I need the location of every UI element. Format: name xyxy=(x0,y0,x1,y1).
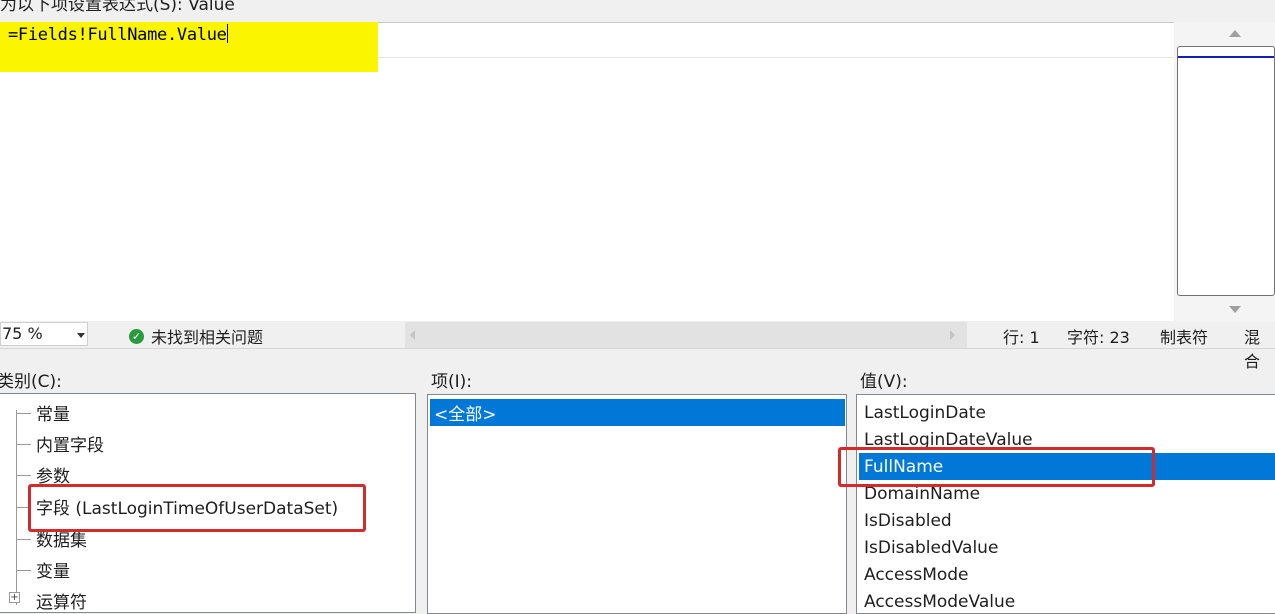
scroll-right-icon[interactable] xyxy=(950,330,955,340)
tree-item-operators[interactable]: 运算符 xyxy=(36,588,87,613)
zoom-value: 75 % xyxy=(2,324,43,343)
tree-branch xyxy=(16,413,31,414)
tree-branch xyxy=(16,444,31,445)
expression-value: =Fields!FullName.Value xyxy=(8,25,227,45)
divider xyxy=(0,348,1275,349)
tree-item-variables[interactable]: 变量 xyxy=(36,557,70,582)
value-item[interactable]: LastLoginDate xyxy=(864,403,986,423)
text-caret xyxy=(226,24,228,43)
value-item[interactable]: IsDisabled xyxy=(864,511,952,531)
tree-branch xyxy=(16,539,31,540)
annotation-box-value xyxy=(838,447,1155,487)
dialog-caption: 为以下项设置表达式(S): Value xyxy=(0,0,235,15)
line-indicator: 行: 1 xyxy=(1003,328,1040,347)
tree-branch xyxy=(16,475,31,476)
current-line-indicator xyxy=(378,57,1174,58)
category-label: 类别(C): xyxy=(0,372,62,392)
minimap-viewport-indicator xyxy=(1178,56,1274,58)
value-item[interactable]: IsDisabledValue xyxy=(864,538,998,558)
char-indicator: 字符: 23 xyxy=(1067,328,1130,347)
indent-mode[interactable]: 制表符 xyxy=(1160,324,1208,348)
check-circle-icon: ✓ xyxy=(129,329,144,344)
value-item[interactable]: AccessMode xyxy=(864,565,969,585)
value-item[interactable]: DomainName xyxy=(864,484,980,504)
tree-item-builtin-fields[interactable]: 内置字段 xyxy=(36,431,104,456)
item-list[interactable] xyxy=(427,394,847,614)
annotation-box-category xyxy=(28,484,366,532)
horizontal-scrollbar[interactable] xyxy=(405,322,967,348)
minimap-preview[interactable] xyxy=(1177,46,1275,296)
scroll-down-icon[interactable] xyxy=(1229,306,1241,313)
expression-text[interactable]: =Fields!FullName.Value xyxy=(8,24,228,45)
issues-status[interactable]: 未找到相关问题 xyxy=(151,324,263,348)
expand-plus-icon[interactable]: + xyxy=(9,592,20,603)
value-label: 值(V): xyxy=(860,372,908,392)
value-item[interactable]: AccessModeValue xyxy=(864,592,1015,612)
scroll-left-icon[interactable] xyxy=(410,330,415,340)
tree-item-constants[interactable]: 常量 xyxy=(36,400,70,425)
dropdown-arrow-icon[interactable] xyxy=(77,333,85,338)
list-item-all[interactable]: <全部> xyxy=(434,400,497,425)
item-label: 项(I): xyxy=(431,372,473,392)
scroll-up-icon[interactable] xyxy=(1229,30,1241,37)
tree-branch xyxy=(16,570,31,571)
